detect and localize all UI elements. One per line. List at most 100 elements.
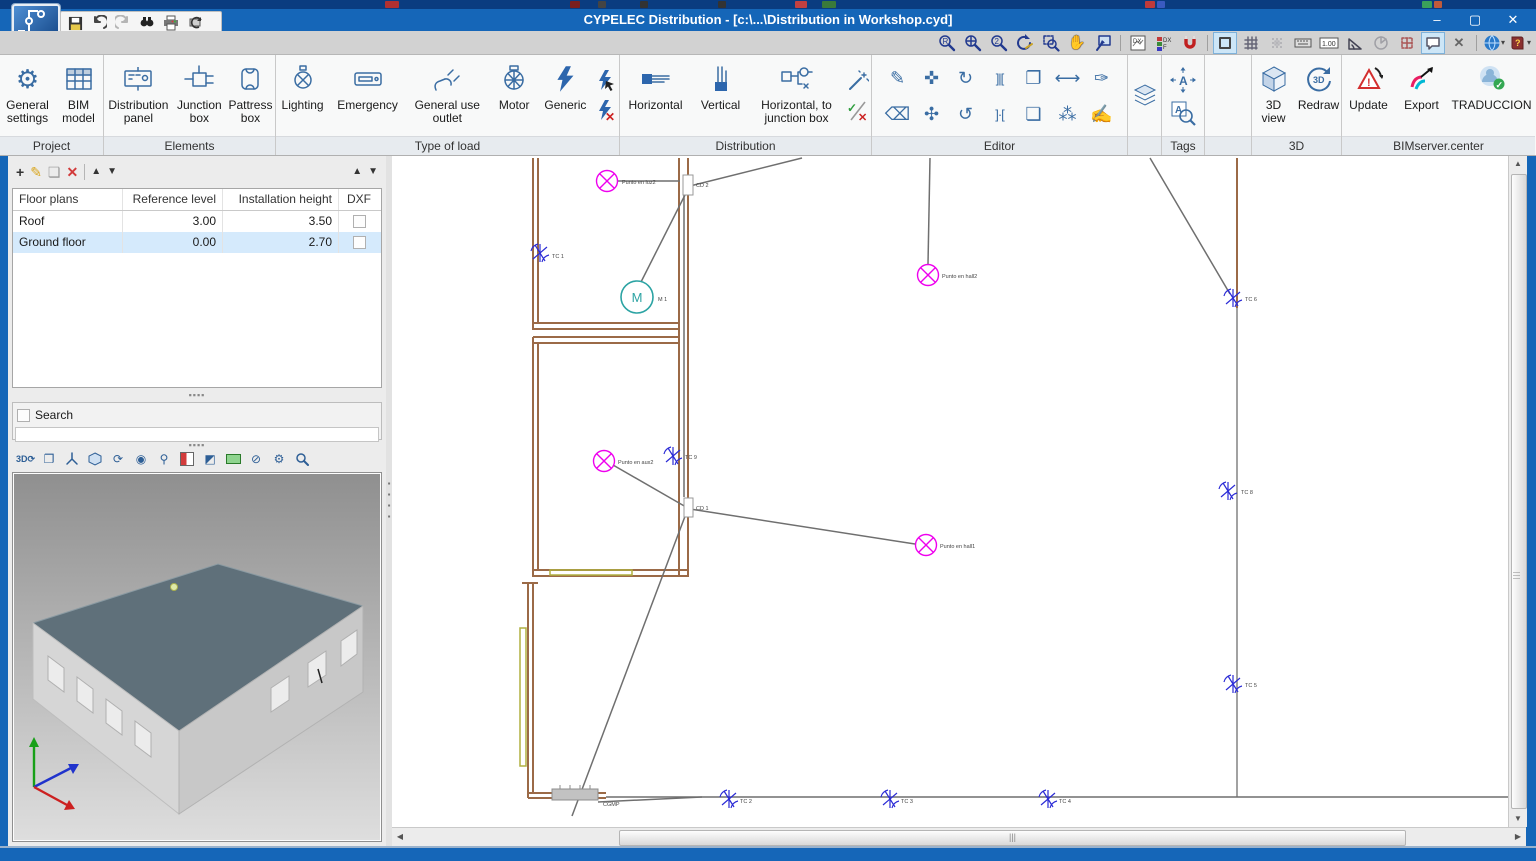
scroll-right-arrow[interactable]: ▶ — [1510, 829, 1526, 845]
axes-button[interactable] — [63, 450, 81, 468]
redraw-button-3d[interactable]: 3D Redraw — [1297, 59, 1341, 112]
generic-load-button[interactable]: Generic — [540, 59, 591, 112]
panel-splitter[interactable]: ▪▪▪▪ — [12, 392, 382, 400]
erase-icon[interactable]: ⌫ — [881, 96, 915, 132]
socket-outlet-symbol[interactable] — [1039, 790, 1057, 808]
distribution-panel-button[interactable]: Distribution panel — [104, 59, 173, 125]
paintbrush-icon[interactable]: ✑ — [1085, 60, 1119, 96]
edit-icon[interactable]: ✎ — [881, 60, 915, 96]
rotate-icon[interactable]: ↻ — [949, 60, 983, 96]
pattress-box-button[interactable]: Pattress box — [226, 59, 275, 125]
collapse-up-button[interactable]: ▲ — [352, 165, 362, 179]
distribution-vertical-button[interactable]: Vertical — [693, 59, 749, 112]
redraw-3d-button[interactable]: 3D⟳ — [16, 450, 35, 468]
add-floor-button[interactable]: + — [16, 165, 24, 179]
grid-button[interactable] — [1239, 32, 1263, 54]
layers-icon[interactable] — [1132, 81, 1158, 110]
symmetry-axis-icon[interactable]: ]·[ — [983, 96, 1017, 132]
redo-icon[interactable] — [113, 14, 133, 32]
scroll-left-arrow[interactable]: ◀ — [392, 829, 408, 845]
distribution-horizontal-junction-button[interactable]: Horizontal, to junction box — [751, 59, 843, 125]
disperse-icon[interactable]: ⁂ — [1051, 96, 1085, 132]
delete-load-icon[interactable]: ✕ — [593, 98, 619, 124]
vertical-scroll-thumb[interactable] — [1511, 174, 1527, 809]
language-globe-button[interactable]: ▾ — [1482, 32, 1506, 54]
zoom-previous-button[interactable]: R — [935, 32, 959, 54]
horizontal-scroll-thumb[interactable]: ||| — [619, 830, 1406, 846]
magic-wand-icon[interactable] — [845, 68, 871, 94]
grid-points-button[interactable] — [1265, 32, 1289, 54]
orto-button[interactable] — [1395, 32, 1419, 54]
socket-outlet-symbol[interactable] — [1219, 482, 1237, 500]
find-icon[interactable] — [137, 14, 157, 32]
update-button[interactable]: ! Update — [1343, 59, 1395, 112]
column-header[interactable]: Reference level — [123, 189, 223, 210]
general-settings-button[interactable]: ⚙ General settings — [2, 59, 54, 125]
collapse-down-button[interactable]: ▼ — [368, 165, 378, 179]
move-tags-icon[interactable]: A — [1170, 67, 1196, 96]
hide-elements-button[interactable]: ⊘ — [247, 450, 265, 468]
export-button[interactable]: Export — [1397, 59, 1447, 112]
orbit-cube-button[interactable]: ⟳ — [109, 450, 127, 468]
view-eye-button[interactable]: ◉ — [132, 450, 150, 468]
section-box-button[interactable] — [178, 450, 196, 468]
general-use-outlet-button[interactable]: General use outlet — [406, 59, 489, 125]
socket-outlet-symbol[interactable] — [881, 790, 899, 808]
column-header[interactable]: DXF — [339, 189, 379, 210]
distribution-horizontal-button[interactable]: Horizontal — [621, 59, 691, 112]
dxf-checkbox[interactable] — [353, 215, 366, 228]
dxf-checkbox[interactable] — [353, 236, 366, 249]
dxf-templates-button[interactable]: DX — [1126, 32, 1150, 54]
protractor-button[interactable] — [1369, 32, 1393, 54]
scroll-up-arrow[interactable]: ▲ — [1509, 156, 1527, 172]
symmetry-icon[interactable]: ]|[ — [983, 60, 1017, 96]
zoom-all-button[interactable] — [961, 32, 985, 54]
motor-load-button[interactable]: Motor — [491, 59, 538, 112]
move-point-icon[interactable]: ✣ — [915, 96, 949, 132]
measure-3d-button[interactable] — [224, 450, 242, 468]
assign-load-icon[interactable] — [593, 68, 619, 94]
zoom-3d-button[interactable] — [293, 450, 311, 468]
delete-floor-button[interactable]: ✕ — [66, 165, 78, 179]
scroll-down-arrow[interactable]: ▼ — [1509, 811, 1527, 827]
lighting-point-symbol[interactable] — [918, 265, 939, 286]
rotate-point-icon[interactable]: ↺ — [949, 96, 983, 132]
measure-icon[interactable]: ⟷ — [1051, 60, 1085, 96]
maximize-button[interactable]: ▢ — [1458, 9, 1492, 31]
move-icon[interactable]: ✜ — [915, 60, 949, 96]
distribution-panel-symbol[interactable] — [552, 785, 598, 800]
search-checkbox[interactable] — [17, 409, 30, 422]
drawing-canvas[interactable]: M Punto en luz2 CD 2 TC 1 M 1 Punto en h… — [392, 156, 1508, 827]
column-header[interactable]: Floor plans — [13, 189, 123, 210]
validate-icon[interactable]: ✓✕ — [845, 98, 871, 124]
edit-floor-button[interactable]: ✎ — [30, 165, 42, 179]
object-snap-button[interactable] — [1178, 32, 1202, 54]
viewport-3d[interactable] — [12, 472, 382, 842]
dxf-layers-button[interactable]: DXF — [1152, 32, 1176, 54]
solid-view-button[interactable] — [86, 450, 104, 468]
zoom-scale-button[interactable]: 2 — [987, 32, 1011, 54]
bring-to-front-button[interactable] — [1091, 32, 1115, 54]
cut-button[interactable]: ✕ — [1447, 32, 1471, 54]
lighting-load-button[interactable]: Lighting — [276, 59, 329, 112]
wireframe-button[interactable]: ◩ — [201, 450, 219, 468]
vertical-scrollbar[interactable]: ▲ — — — ▼ — [1508, 156, 1527, 827]
socket-outlet-symbol[interactable] — [1224, 289, 1242, 307]
help-button[interactable]: ?▾ — [1508, 32, 1532, 54]
emergency-load-button[interactable]: Emergency — [331, 59, 404, 112]
junction-box-symbol[interactable] — [684, 498, 693, 517]
socket-outlet-symbol[interactable] — [720, 790, 738, 808]
copy-icon[interactable]: ❏ — [1017, 96, 1051, 132]
column-header[interactable]: Installation height — [223, 189, 339, 210]
socket-outlet-symbol[interactable] — [1224, 675, 1242, 693]
lighting-point-symbol[interactable] — [597, 171, 618, 192]
3d-view-button[interactable]: 3D view — [1253, 59, 1295, 125]
copy-floor-button[interactable]: ❏ — [48, 165, 61, 179]
settings-3d-button[interactable]: ⚙ — [270, 450, 288, 468]
horizontal-scrollbar[interactable]: ◀ ||| ▶ — [392, 827, 1526, 846]
zoom-window-button[interactable] — [1039, 32, 1063, 54]
junction-box-symbol[interactable] — [683, 175, 693, 195]
angle-button[interactable] — [1343, 32, 1367, 54]
dimension-button[interactable]: 1.00 — [1317, 32, 1341, 54]
move-floor-up-button[interactable]: ▲ — [91, 165, 101, 179]
